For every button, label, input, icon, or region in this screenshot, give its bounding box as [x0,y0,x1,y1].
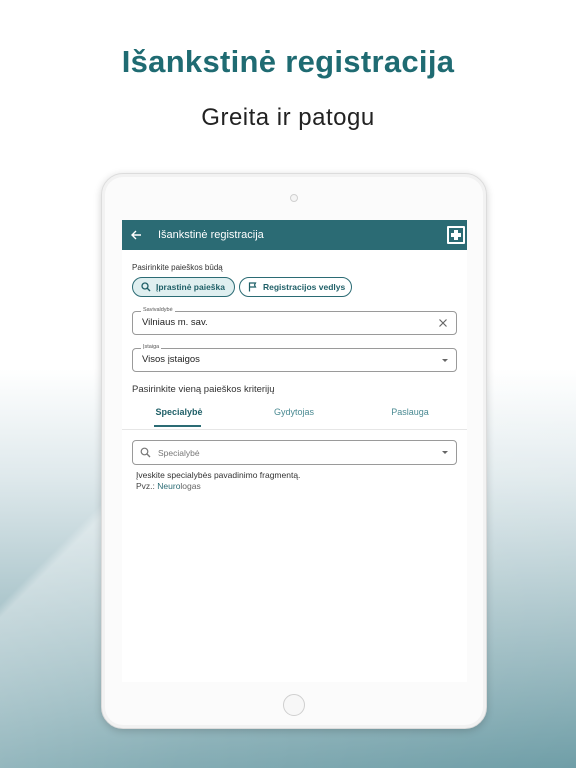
institution-value: Visos įstaigos [142,354,200,365]
app-screen: Išankstinė registracija Pasirinkite paie… [122,220,467,682]
municipality-label: Savivaldybė [141,307,175,313]
flag-icon [248,282,257,292]
specialty-search-placeholder: Specialybė [158,448,200,458]
medical-cross-logo-icon [447,226,465,244]
tablet-frame: Išankstinė registracija Pasirinkite paie… [101,173,487,729]
chip-registration-wizard[interactable]: Registracijos vedlys [239,277,352,297]
tab-service[interactable]: Paslauga [377,407,443,417]
search-example: Pvz.: Neurologas [136,481,201,491]
chip-registration-wizard-label: Registracijos vedlys [263,282,346,292]
home-button[interactable] [283,694,305,716]
institution-dropdown[interactable]: Įstaiga Visos įstaigos [132,344,457,372]
chip-standard-search[interactable]: Įprastinė paieška [132,277,235,297]
clear-icon[interactable] [438,318,448,328]
municipality-field[interactable]: Savivaldybė Vilniaus m. sav. [132,307,457,335]
active-tab-indicator [154,425,201,427]
search-hint: Įveskite specialybės pavadinimo fragment… [136,470,301,480]
municipality-value: Vilniaus m. sav. [142,317,208,328]
dropdown-arrow-icon [442,451,448,454]
search-icon [141,282,151,292]
promo-headline: Išankstinė registracija [121,44,455,79]
institution-label: Įstaiga [141,344,162,350]
example-highlight: Neuro [157,481,181,491]
promo-subheadline: Greita ir patogu [201,104,375,131]
search-icon [140,447,151,458]
camera-icon [290,194,298,202]
example-rest: logas [180,481,201,491]
back-arrow-icon[interactable] [122,220,150,250]
app-bar: Išankstinė registracija [122,220,467,250]
search-mode-label: Pasirinkite paieškos būdą [132,263,223,272]
tab-specialty[interactable]: Specialybė [146,407,212,417]
chip-standard-search-label: Įprastinė paieška [156,282,225,292]
specialty-search-input[interactable]: Specialybė [132,440,457,465]
app-bar-title: Išankstinė registracija [158,229,264,241]
dropdown-arrow-icon [442,359,448,362]
criteria-tabs: Specialybė Gydytojas Paslauga [122,403,467,430]
example-prefix: Pvz.: [136,481,158,491]
criteria-title: Pasirinkite vieną paieškos kriterijų [132,384,275,395]
tab-doctor[interactable]: Gydytojas [260,407,328,417]
